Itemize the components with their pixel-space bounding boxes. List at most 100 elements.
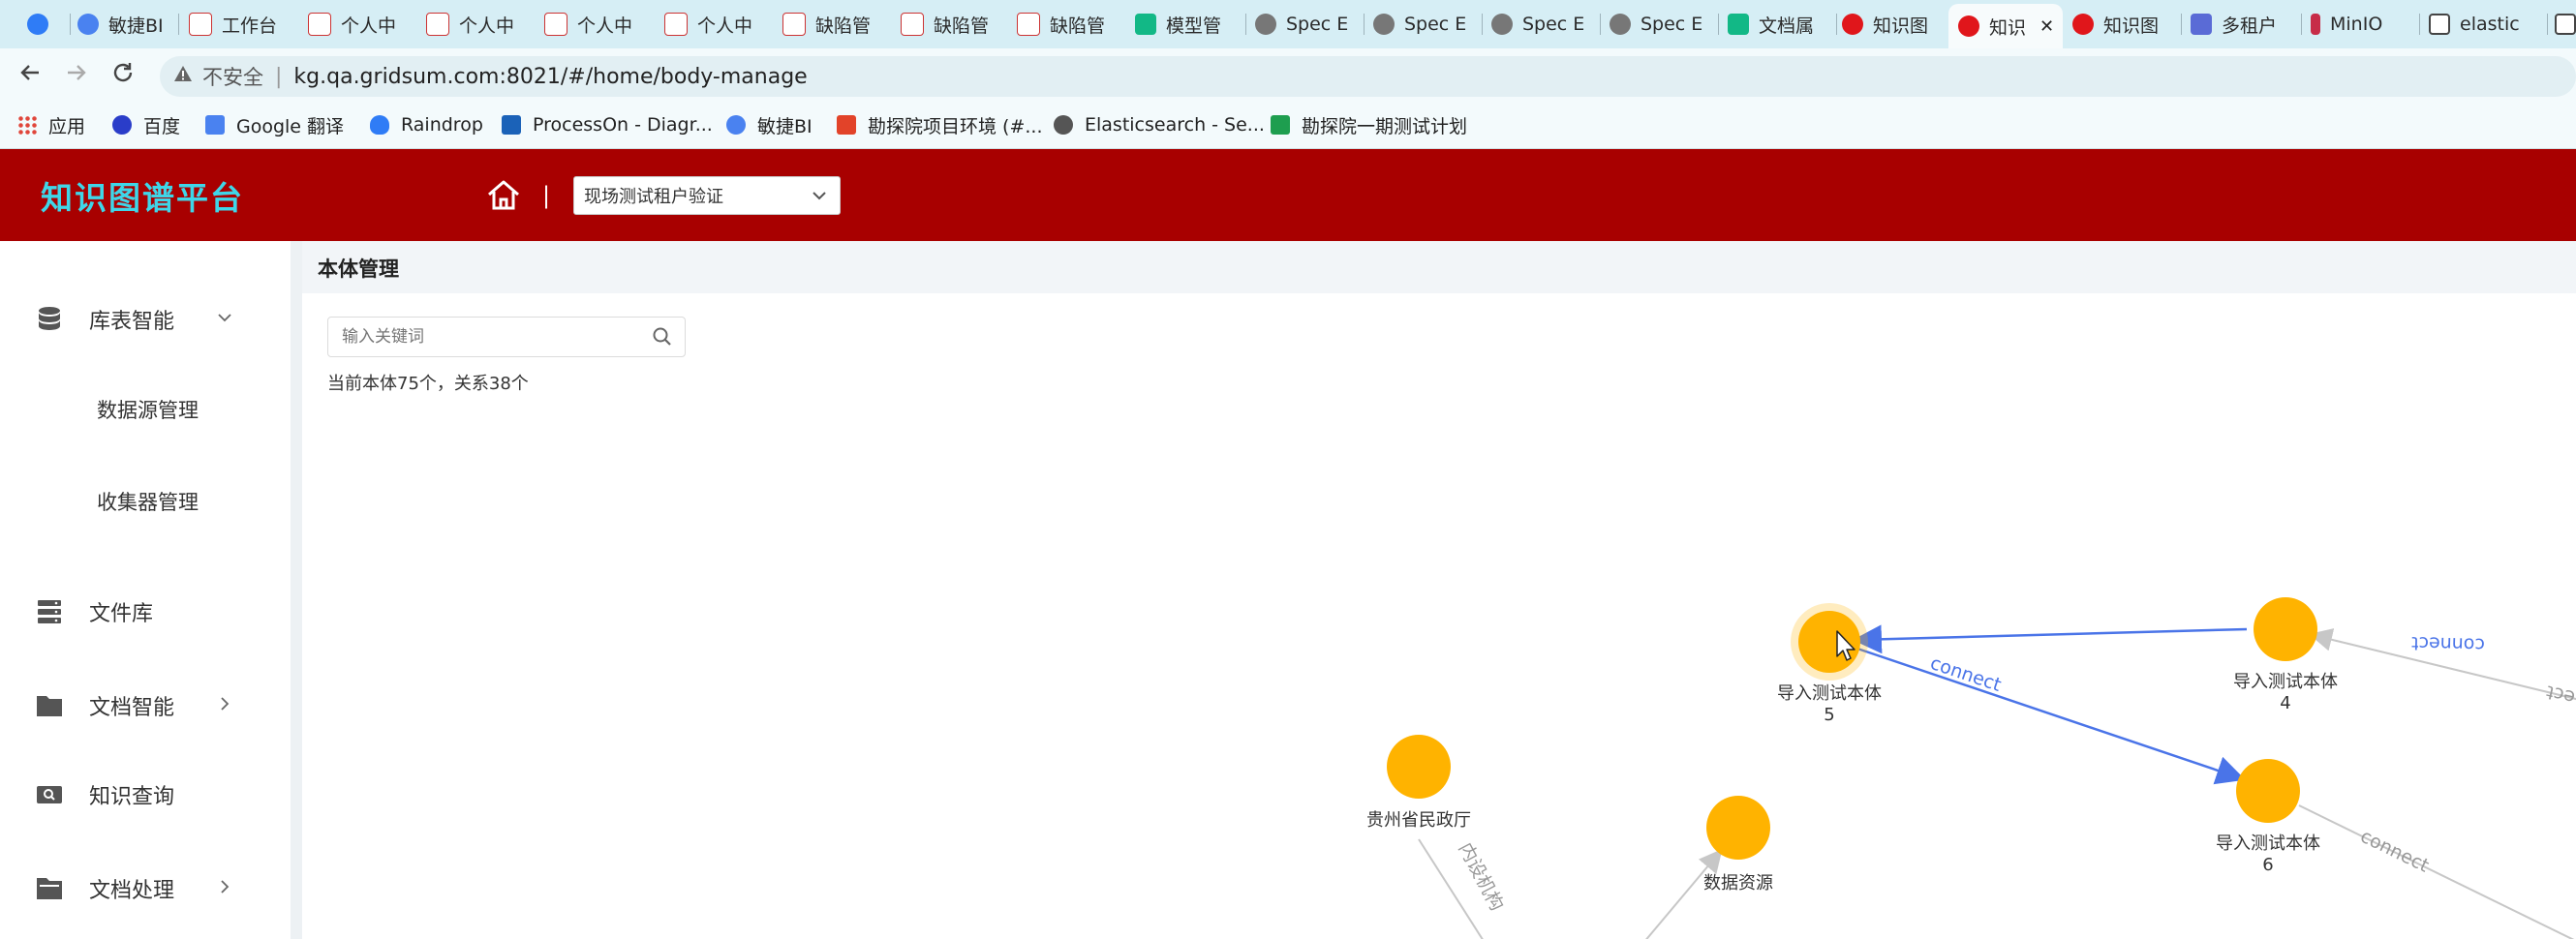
- tab-label: Spec E: [1641, 14, 1703, 35]
- tab-7[interactable]: 缺陷管: [782, 4, 887, 45]
- database-icon: [35, 305, 64, 334]
- sidebar-item-knowledge-query[interactable]: 知识查询: [0, 771, 291, 819]
- tab-4[interactable]: 个人中: [426, 4, 531, 45]
- brand-title: 知识图谱平台: [41, 179, 244, 217]
- tenant-select[interactable]: 现场测试租户验证: [573, 176, 841, 215]
- warning-icon[interactable]: [173, 64, 193, 89]
- bookmark-label: 勘探院项目环境 (#...: [868, 115, 1043, 137]
- search-icon[interactable]: [651, 325, 674, 348]
- bookmark-label: Google 翻译: [236, 115, 345, 137]
- url-omnibox[interactable]: 不安全 | kg.qa.gridsum.com:8021/#/home/body…: [160, 56, 2576, 97]
- elastic-icon: [2555, 14, 2576, 35]
- tab-label: Spec E: [1286, 14, 1349, 35]
- tab-16[interactable]: 知识图: [1842, 4, 1947, 45]
- back-arrow-icon[interactable]: [17, 60, 43, 92]
- tab-divider: [1245, 14, 1246, 35]
- bookmark-bi[interactable]: 敏捷BI: [726, 107, 813, 142]
- bookmark-elasticsearch[interactable]: Elasticsearch - Se...: [1054, 107, 1265, 142]
- folder-icon: [35, 691, 64, 720]
- sidebar-item-label: 知识查询: [89, 785, 175, 809]
- node-sub-label: 5: [1824, 705, 1834, 725]
- tab-19[interactable]: 多租户: [2191, 4, 2297, 45]
- tab-divider: [1364, 14, 1365, 35]
- tab-label: 缺陷管: [934, 15, 990, 37]
- close-icon[interactable]: ✕: [2039, 16, 2054, 37]
- node-sub-label: 4: [2280, 693, 2290, 713]
- edge-n5-n6[interactable]: [1856, 647, 2246, 785]
- bookmark-label: Raindrop: [401, 114, 483, 136]
- tab-divider: [70, 14, 71, 35]
- graph-node-n4[interactable]: 导入测试本体 4: [2233, 597, 2338, 713]
- edge-label: connect: [2357, 826, 2433, 877]
- tab-label: 文档属: [1759, 15, 1815, 37]
- tab-21[interactable]: elastic: [2429, 4, 2543, 45]
- tab-14[interactable]: Spec E: [1610, 4, 1714, 45]
- edge-offscreen-ds[interactable]: [1639, 848, 1723, 939]
- globe-icon: [1373, 14, 1395, 35]
- sidebar-item-table-intelligence[interactable]: 库表智能: [0, 295, 291, 344]
- sidebar-divider: [291, 241, 302, 939]
- tab-label: 多租户: [2222, 15, 2278, 37]
- graph-node-data-resource[interactable]: 数据资源: [1703, 796, 1773, 894]
- tab-12[interactable]: Spec E: [1373, 4, 1478, 45]
- server-icon: [35, 597, 64, 626]
- graph-node-n5[interactable]: 导入测试本体 5: [1777, 603, 1882, 725]
- chevron-right-icon: [215, 877, 234, 901]
- tab-8[interactable]: 缺陷管: [901, 4, 1005, 45]
- sidebar-item-collector[interactable]: 收集器管理: [97, 487, 199, 516]
- tab-9[interactable]: 缺陷管: [1017, 4, 1121, 45]
- search-box-icon: [35, 780, 64, 809]
- node-label: 贵州省民政厅: [1366, 810, 1471, 831]
- edge-n6-offscreen[interactable]: [2298, 804, 2576, 939]
- tab-0[interactable]: [27, 4, 66, 45]
- sidebar-item-file-library[interactable]: 文件库: [0, 588, 291, 636]
- minio-icon: [2311, 14, 2320, 35]
- home-icon[interactable]: [484, 176, 523, 215]
- bookmark-raindrop[interactable]: Raindrop: [370, 107, 483, 142]
- bookmark-google-translate[interactable]: Google 翻译: [205, 107, 344, 142]
- tab-18[interactable]: 知识图: [2072, 4, 2177, 45]
- header-divider: |: [542, 182, 551, 209]
- security-label: 不安全: [202, 66, 263, 89]
- edge-label: connect: [2411, 632, 2485, 655]
- bookmark-baidu[interactable]: 百度: [112, 107, 180, 142]
- tab-6[interactable]: 个人中: [664, 4, 769, 45]
- ontology-graph[interactable]: connect connect connect 内设机构 ect 导入测试本体 …: [302, 407, 2576, 939]
- tab-20[interactable]: MinIO: [2311, 4, 2415, 45]
- sidebar-item-doc-intelligence[interactable]: 文档智能: [0, 682, 291, 730]
- tab-3[interactable]: 个人中: [308, 4, 413, 45]
- tab-divider: [1718, 14, 1719, 35]
- tab-1[interactable]: 敏捷BI: [77, 4, 174, 45]
- baidu-paw-icon: [112, 115, 132, 135]
- apps-grid-icon: [17, 115, 37, 135]
- sidebar-item-doc-processing[interactable]: 文档处理: [0, 864, 291, 913]
- translate-icon: [205, 115, 225, 135]
- tab-10[interactable]: 模型管: [1135, 4, 1242, 45]
- search-input[interactable]: [327, 317, 686, 357]
- spic-icon: [544, 13, 567, 36]
- tab-label: 敏捷BI: [108, 15, 164, 37]
- tab-2[interactable]: 工作台: [189, 4, 293, 45]
- bookmark-test-plan[interactable]: 勘探院一期测试计划: [1271, 107, 1467, 142]
- sidebar-item-label: 文档处理: [89, 879, 175, 903]
- forward-arrow-icon[interactable]: [64, 60, 89, 92]
- tab-11[interactable]: Spec E: [1255, 4, 1360, 45]
- page-title: 本体管理: [318, 257, 399, 281]
- tab-17-active[interactable]: 知识 ✕: [1948, 4, 2063, 48]
- spic-icon: [664, 13, 688, 36]
- edge-n4-n5[interactable]: [1853, 624, 2248, 654]
- tab-5[interactable]: 个人中: [544, 4, 649, 45]
- tab-divider: [1836, 14, 1837, 35]
- bookmark-label: Elasticsearch - Se...: [1085, 114, 1265, 136]
- bookmark-processon[interactable]: ProcessOn - Diagr...: [502, 107, 713, 142]
- graph-node-guizhou[interactable]: 贵州省民政厅: [1366, 735, 1471, 831]
- tab-15[interactable]: 文档属: [1728, 4, 1832, 45]
- tab-13[interactable]: Spec E: [1491, 4, 1596, 45]
- reload-icon[interactable]: [110, 60, 136, 92]
- bookmark-apps[interactable]: 应用: [17, 107, 85, 142]
- sidebar-item-datasource[interactable]: 数据源管理: [97, 395, 199, 424]
- bookmark-gitlab[interactable]: 勘探院项目环境 (#...: [837, 107, 1043, 142]
- tab-divider: [2301, 14, 2302, 35]
- tab-divider: [178, 14, 179, 35]
- tab-22[interactable]: [2555, 4, 2576, 45]
